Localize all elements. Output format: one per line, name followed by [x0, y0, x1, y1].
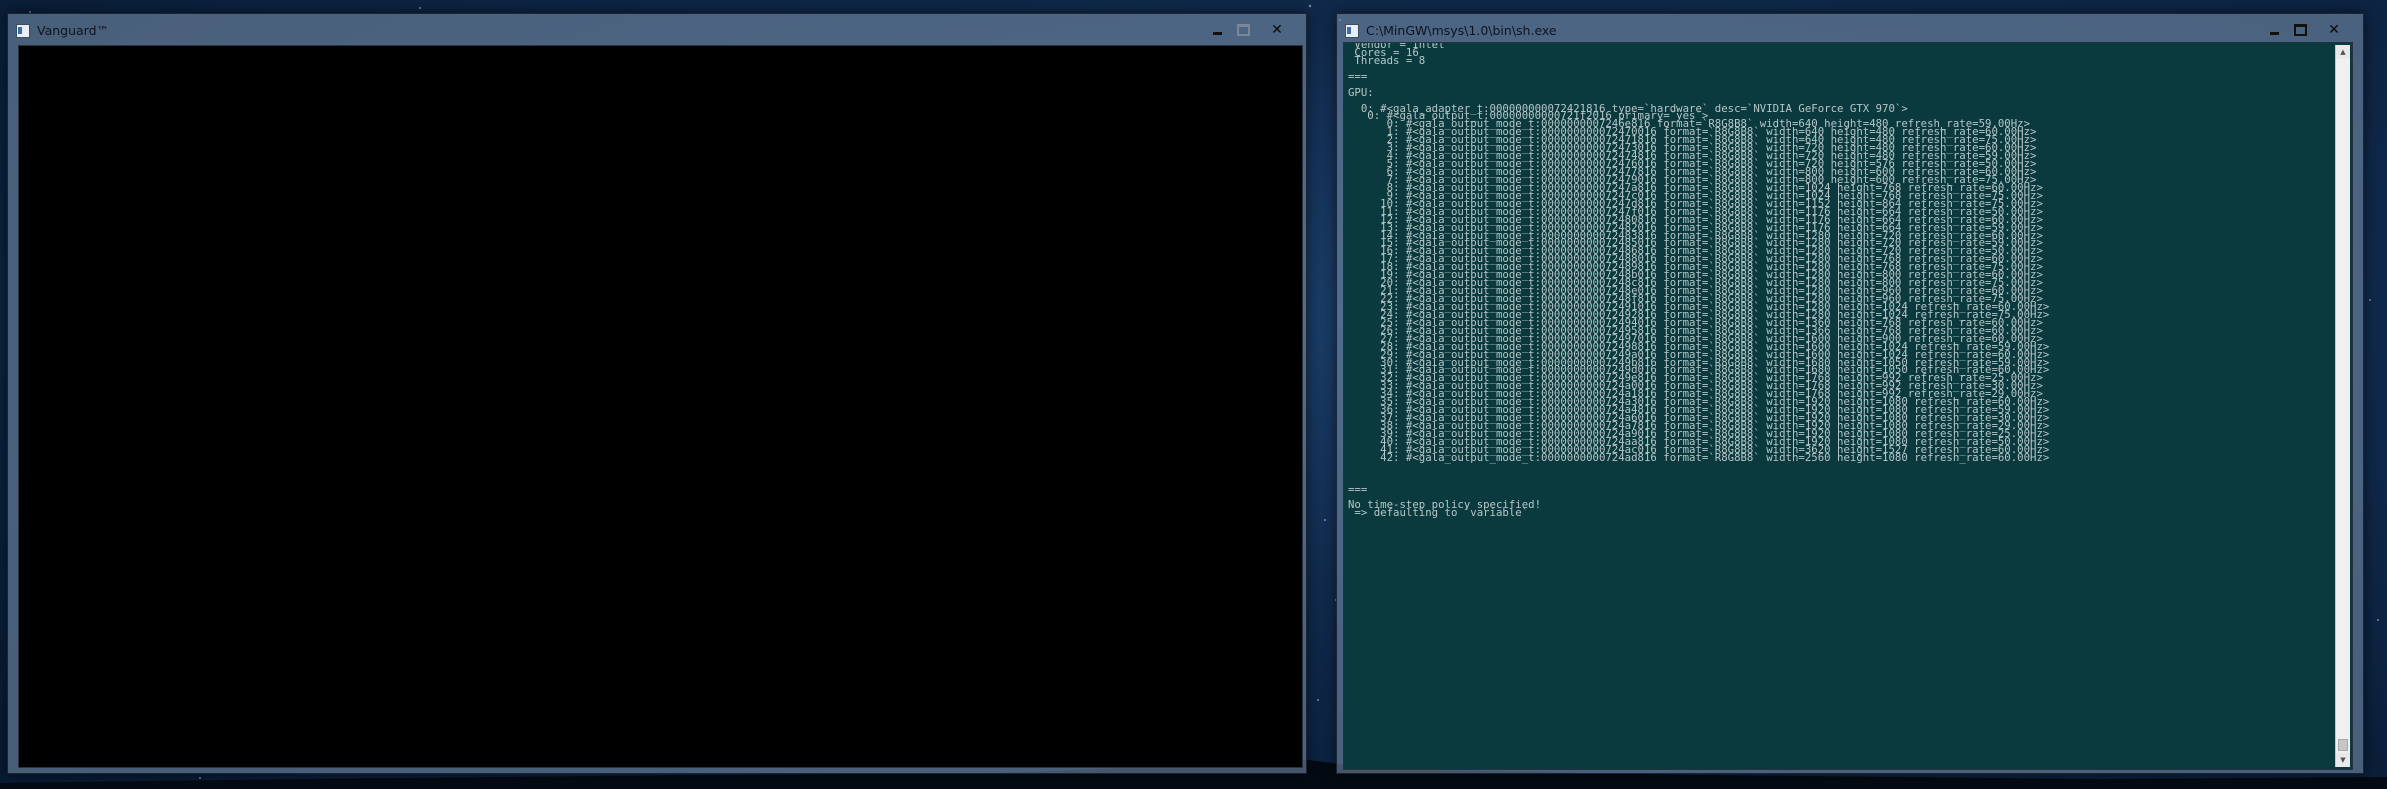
scrollbar-thumb[interactable] — [2338, 739, 2348, 751]
console-text: Vendor = Intel Cores = 16 Threads = 8 ===… — [1348, 42, 2050, 520]
close-icon: ✕ — [1271, 22, 1283, 38]
console-line: === — [1348, 482, 1368, 496]
console-line: Vendor = Intel — [1348, 42, 1445, 51]
vanguard-titlebar[interactable]: Vanguard™ ✕ — [8, 14, 1306, 48]
console-window[interactable]: C:\MinGW\msys\1.0\bin\sh.exe ✕ Vendor = … — [1336, 13, 2364, 774]
maximize-button[interactable] — [1230, 20, 1256, 40]
minimize-icon — [2269, 31, 2279, 35]
console-app-icon — [1345, 24, 1359, 38]
console-line: === — [1348, 69, 1368, 83]
close-icon: ✕ — [2328, 22, 2340, 38]
console-line: => defaulting to `variable` — [1348, 506, 1529, 520]
close-button[interactable]: ✕ — [2321, 20, 2347, 40]
vertical-scrollbar[interactable]: ▲ ▼ — [2335, 45, 2350, 767]
vanguard-render-area[interactable] — [18, 45, 1303, 768]
console-line: GPU: — [1348, 85, 1374, 99]
console-output-area[interactable]: Vendor = Intel Cores = 16 Threads = 8 ===… — [1343, 42, 2353, 770]
vanguard-window[interactable]: Vanguard™ ✕ — [7, 13, 1307, 774]
maximize-button[interactable] — [2287, 20, 2313, 40]
console-line: Cores = 16 — [1348, 45, 1419, 59]
minimize-button[interactable] — [1204, 20, 1230, 40]
close-button[interactable]: ✕ — [1264, 20, 1290, 40]
console-line: 42: #<gala_output_mode_t:0000000000724ad… — [1348, 450, 2050, 464]
maximize-icon — [2293, 24, 2307, 36]
window-title: Vanguard™ — [37, 23, 110, 38]
minimize-button[interactable] — [2261, 20, 2287, 40]
maximize-icon — [1236, 24, 1250, 36]
app-icon — [16, 24, 30, 38]
minimize-icon — [1212, 31, 1222, 35]
scroll-down-arrow-icon[interactable]: ▼ — [2336, 753, 2350, 767]
console-line: Threads = 8 — [1348, 53, 1426, 67]
window-title: C:\MinGW\msys\1.0\bin\sh.exe — [1366, 23, 1557, 38]
scroll-up-arrow-icon[interactable]: ▲ — [2336, 45, 2350, 59]
